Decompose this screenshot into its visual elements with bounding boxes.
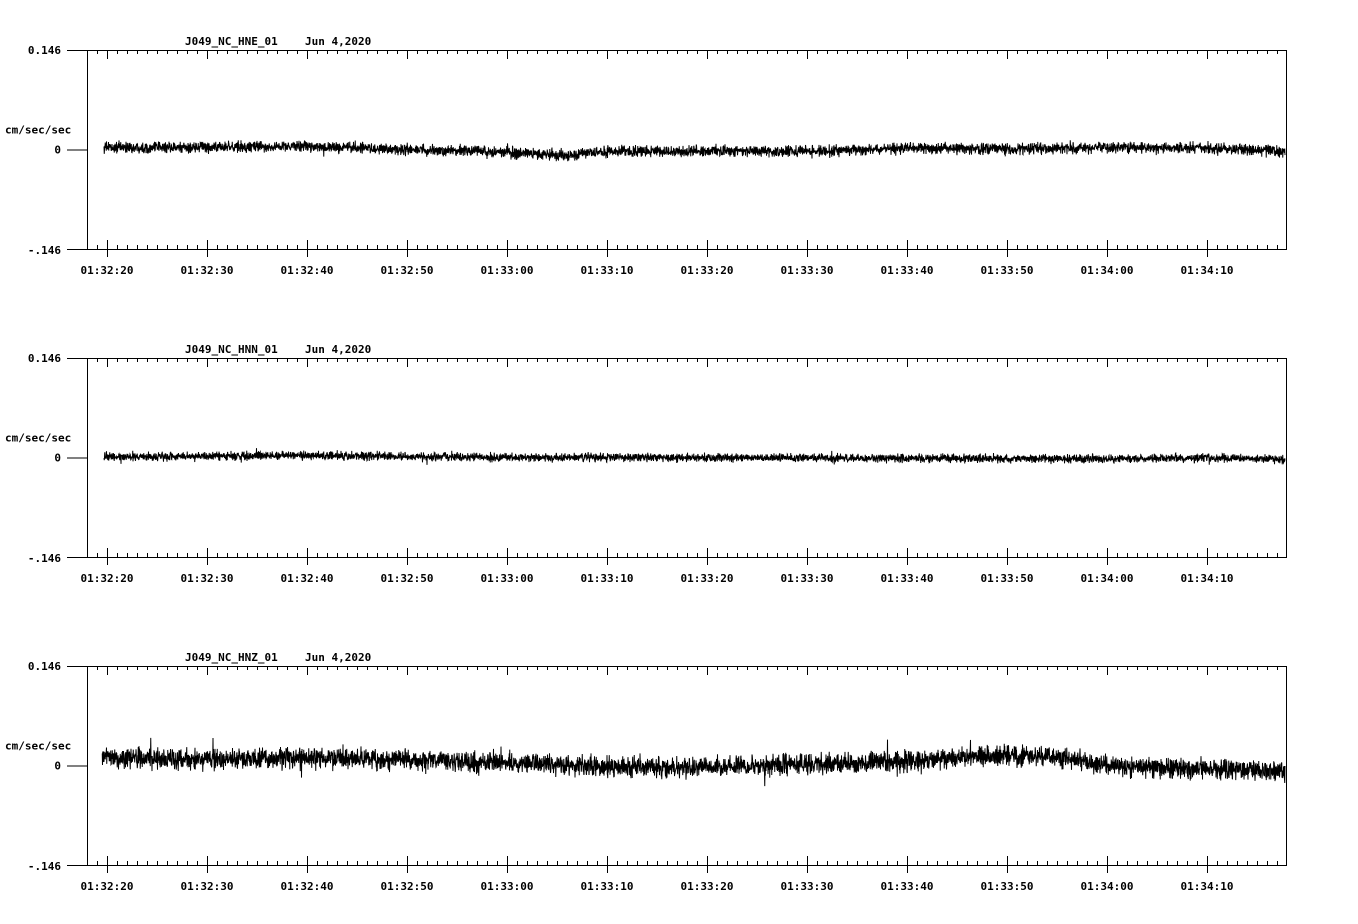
seismogram-panel-2: J049_NC_HNN_01 Jun 4,2020 0.146 0 -.146 cm/se… xyxy=(5,343,1287,585)
station-label: J049_NC_HNZ_01 xyxy=(185,651,278,664)
x-tick-label: 01:33:00 xyxy=(481,264,534,277)
x-tick-label: 01:33:20 xyxy=(681,880,734,893)
y-tick-label-zero: 0 xyxy=(54,760,61,773)
date-label: Jun 4,2020 xyxy=(305,35,371,48)
x-tick-label: 01:33:40 xyxy=(881,880,934,893)
station-label: J049_NC_HNE_01 xyxy=(185,35,278,48)
x-tick-label: 01:33:50 xyxy=(981,264,1034,277)
x-tick-label: 01:32:20 xyxy=(81,880,134,893)
station-label: J049_NC_HNN_01 xyxy=(185,343,278,356)
x-tick-label: 01:33:50 xyxy=(981,572,1034,585)
waveform-trace xyxy=(103,448,1286,465)
y-axis-label: cm/sec/sec xyxy=(5,124,71,137)
y-axis-label: cm/sec/sec xyxy=(5,740,71,753)
y-tick-label-zero: 0 xyxy=(54,452,61,465)
x-tick-label: 01:33:10 xyxy=(581,264,634,277)
x-tick-label: 01:32:20 xyxy=(81,264,134,277)
x-tick-label: 01:34:00 xyxy=(1081,572,1134,585)
x-tick-label: 01:32:30 xyxy=(181,264,234,277)
x-tick-label: 01:33:20 xyxy=(681,572,734,585)
x-tick-label: 01:32:30 xyxy=(181,880,234,893)
x-tick-label: 01:33:00 xyxy=(481,880,534,893)
x-tick-label: 01:33:10 xyxy=(581,572,634,585)
x-tick-label: 01:33:40 xyxy=(881,572,934,585)
y-tick-label-max: 0.146 xyxy=(28,352,61,365)
y-tick-label-zero: 0 xyxy=(54,144,61,157)
x-tick-label: 01:33:50 xyxy=(981,880,1034,893)
x-tick-label: 01:34:00 xyxy=(1081,880,1134,893)
date-label: Jun 4,2020 xyxy=(305,651,371,664)
x-tick-label: 01:33:30 xyxy=(781,572,834,585)
x-tick-label: 01:33:30 xyxy=(781,880,834,893)
x-tick-label: 01:32:40 xyxy=(281,880,334,893)
x-tick-label: 01:33:40 xyxy=(881,264,934,277)
y-tick-label-max: 0.146 xyxy=(28,44,61,57)
x-tick-label: 01:32:40 xyxy=(281,572,334,585)
y-tick-label-min: -.146 xyxy=(28,552,61,565)
y-tick-label-max: 0.146 xyxy=(28,660,61,673)
x-tick-label: 01:33:00 xyxy=(481,572,534,585)
date-label: Jun 4,2020 xyxy=(305,343,371,356)
x-tick-label: 01:32:50 xyxy=(381,264,434,277)
x-tick-label: 01:32:30 xyxy=(181,572,234,585)
x-tick-label: 01:32:50 xyxy=(381,572,434,585)
seismogram-panel-3: J049_NC_HNZ_01 Jun 4,2020 0.146 0 -.146 cm/se… xyxy=(5,651,1287,893)
seismogram-figure: J049_NC_HNE_01 Jun 4,2020 0.146 0 -.146 cm/se… xyxy=(5,35,1287,893)
waveform-trace xyxy=(101,737,1286,787)
x-tick-label: 01:32:40 xyxy=(281,264,334,277)
y-tick-label-min: -.146 xyxy=(28,860,61,873)
x-tick-label: 01:34:10 xyxy=(1181,264,1234,277)
seismogram-panel-1: J049_NC_HNE_01 Jun 4,2020 0.146 0 -.146 cm/se… xyxy=(5,35,1287,277)
x-tick-label: 01:32:20 xyxy=(81,572,134,585)
y-tick-label-min: -.146 xyxy=(28,244,61,257)
waveform-trace xyxy=(103,140,1286,162)
x-tick-label: 01:34:10 xyxy=(1181,880,1234,893)
x-tick-label: 01:33:20 xyxy=(681,264,734,277)
x-tick-label: 01:32:50 xyxy=(381,880,434,893)
y-axis-label: cm/sec/sec xyxy=(5,432,71,445)
x-tick-label: 01:33:10 xyxy=(581,880,634,893)
x-tick-label: 01:34:00 xyxy=(1081,264,1134,277)
x-tick-label: 01:34:10 xyxy=(1181,572,1234,585)
x-tick-label: 01:33:30 xyxy=(781,264,834,277)
